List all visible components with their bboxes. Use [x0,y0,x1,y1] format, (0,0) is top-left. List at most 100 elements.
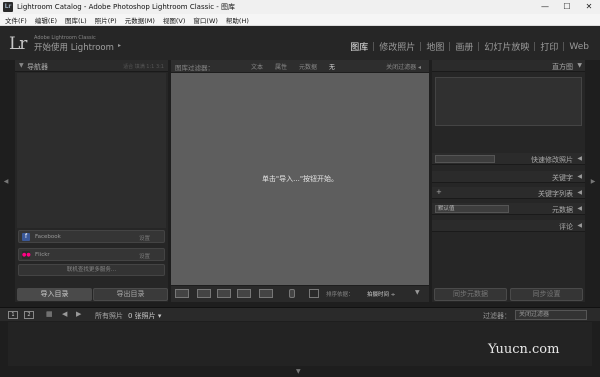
metadata-preset-select[interactable]: 默认值 [435,205,509,213]
metadata-title: 元数据 [552,206,573,214]
find-more-services-button[interactable]: 联机查找更多服务... [18,264,165,276]
window-title: Lightroom Catalog - Adobe Photoshop Ligh… [17,3,236,11]
service-setup-link[interactable]: 设置 [139,234,150,242]
secondary-window-button[interactable]: 2 [24,311,34,319]
filter-none[interactable]: 无 [329,62,335,71]
filmstrip-filter-select[interactable]: 关闭过滤器 [515,310,587,320]
keywording-title: 关键字 [552,174,573,182]
loupe-view-icon[interactable] [197,289,211,298]
menu-file[interactable]: 文件(F) [5,15,27,25]
histogram-display [435,77,582,126]
publish-service-flickr[interactable]: ●● Flickr 设置 [18,248,165,261]
minimize-icon[interactable]: — [534,0,556,14]
sort-direction-icon[interactable] [309,289,319,298]
export-button[interactable]: 导出目录 [93,288,168,301]
sync-settings-button[interactable]: 同步设置 [510,288,583,301]
menu-photo[interactable]: 照片(P) [95,15,117,25]
module-book[interactable]: 画册 [450,40,478,53]
module-library[interactable]: 图库 [345,40,373,53]
library-toolbar: 排序依据： 拍摄时间 ÷ ▼ [171,286,429,302]
menu-metadata[interactable]: 元数据(M) [125,15,155,25]
module-slideshow[interactable]: 幻灯片放映 [479,40,534,53]
collapse-triangle-icon[interactable]: ▼ [577,62,582,69]
comments-header[interactable]: 评论 ◀ [432,220,585,232]
identity-plate-title[interactable]: 开始使用 Lightroom [34,41,114,53]
flickr-icon: ●● [22,251,31,259]
menu-edit[interactable]: 编辑(E) [35,15,57,25]
filter-text[interactable]: 文本 [251,62,263,71]
module-web[interactable]: Web [564,42,594,52]
back-arrow-icon[interactable]: ◀ [62,310,67,318]
quick-develop-header[interactable]: 快速修改照片 ◀ [432,153,585,165]
module-print[interactable]: 打印 [535,40,563,53]
identity-caret-icon[interactable]: ▸ [118,42,121,49]
close-filter-dropdown[interactable]: 关闭过滤器 ◂ [386,62,421,71]
menu-view[interactable]: 视图(V) [163,15,186,25]
expand-triangle-icon[interactable]: ◀ [577,222,582,229]
publish-service-facebook[interactable]: f Facebook 设置 [18,230,165,243]
right-panel-toggle-icon[interactable]: ▶ [590,178,596,185]
module-picker-bar: Lr Adobe Lightroom Classic 开始使用 Lightroo… [0,26,600,60]
keywording-header[interactable]: 关键字 ◀ [432,171,585,183]
module-develop[interactable]: 修改照片 [374,40,420,53]
add-keyword-icon[interactable]: + [436,188,442,196]
sort-label: 排序依据： [326,292,354,298]
spray-can-icon[interactable] [289,289,295,298]
lightroom-app-icon: Lr [3,2,13,12]
filter-metadata[interactable]: 元数据 [299,62,317,71]
service-name: Facebook [35,234,61,240]
expand-triangle-icon[interactable]: ◀ [577,205,582,212]
collapse-triangle-icon[interactable]: ▼ [19,62,24,69]
expand-triangle-icon[interactable]: ◀ [577,173,582,180]
saved-preset-select[interactable] [435,155,495,163]
menu-bar: 文件(F) 编辑(E) 图库(L) 照片(P) 元数据(M) 视图(V) 窗口(… [0,14,600,26]
filmstrip-toggle-icon[interactable]: ▼ [296,368,301,375]
service-name: Flickr [35,252,50,258]
people-view-icon[interactable] [259,289,273,298]
survey-view-icon[interactable] [237,289,251,298]
menu-window[interactable]: 窗口(W) [193,15,218,25]
expand-triangle-icon[interactable]: ◀ [577,189,582,196]
sync-metadata-button[interactable]: 同步元数据 [434,288,507,301]
left-panel: ▼ 导航器 适合 填满 1:1 3:1 f Facebook 设置 ●● Fli… [15,60,168,302]
grid-view-area[interactable]: 单击"导入..."按钮开始。 [171,73,429,285]
close-icon[interactable]: ✕ [578,0,600,14]
facebook-icon: f [22,233,30,241]
menu-help[interactable]: 帮助(H) [226,15,249,25]
watermark: Yuucn.com [488,342,560,357]
navigator-header[interactable]: ▼ 导航器 适合 填满 1:1 3:1 [15,60,168,72]
keyword-list-header[interactable]: + 关键字列表 ◀ [432,187,585,199]
import-button[interactable]: 导入目录 [17,288,92,301]
service-setup-link[interactable]: 设置 [139,252,150,260]
menu-library[interactable]: 图库(L) [65,15,87,25]
sort-select[interactable]: 拍摄时间 ÷ [367,290,395,298]
histogram-header[interactable]: 直方图 ▼ [432,60,585,72]
window-controls: — ☐ ✕ [534,0,600,14]
forward-arrow-icon[interactable]: ▶ [76,310,81,318]
library-filter-bar: 图库过滤器： 文本 属性 元数据 无 关闭过滤器 ◂ [171,60,429,72]
right-panel: 直方图 ▼ 快速修改照片 ◀ 关键字 ◀ + 关键字列表 ◀ 默认值 元数据 ◀… [432,60,585,302]
library-filter-label: 图库过滤器： [175,64,214,72]
compare-view-icon[interactable] [217,289,231,298]
navigator-title: 导航器 [27,63,48,71]
main-window-button[interactable]: 1 [8,311,18,319]
histogram-title: 直方图 [552,63,573,71]
filter-attribute[interactable]: 属性 [275,62,287,71]
filmstrip-bar: 1 2 ▦ ◀ ▶ 所有照片 0 张照片 ▾ 过滤器： 关闭过滤器 [0,307,600,321]
toolbar-content-caret-icon[interactable]: ▼ [415,289,420,296]
expand-triangle-icon[interactable]: ◀ [577,155,582,162]
grid-view-icon[interactable] [175,289,189,298]
photo-count[interactable]: 0 张照片 ▾ [128,311,161,321]
metadata-header[interactable]: 默认值 元数据 ◀ [432,203,585,215]
grid-icon[interactable]: ▦ [46,310,53,318]
navigator-zoom-options[interactable]: 适合 填满 1:1 3:1 [123,63,164,70]
module-map[interactable]: 地图 [421,40,449,53]
filmstrip-filter-label: 过滤器： [483,312,511,320]
window-titlebar: Lr Lightroom Catalog - Adobe Photoshop L… [0,0,600,14]
left-panel-toggle-icon[interactable]: ◀ [3,178,9,185]
empty-catalog-message: 单击"导入..."按钮开始。 [261,175,339,183]
maximize-icon[interactable]: ☐ [556,0,578,14]
filmstrip-source[interactable]: 所有照片 [95,311,123,321]
navigator-preview[interactable] [17,73,166,228]
quick-develop-title: 快速修改照片 [531,156,573,164]
